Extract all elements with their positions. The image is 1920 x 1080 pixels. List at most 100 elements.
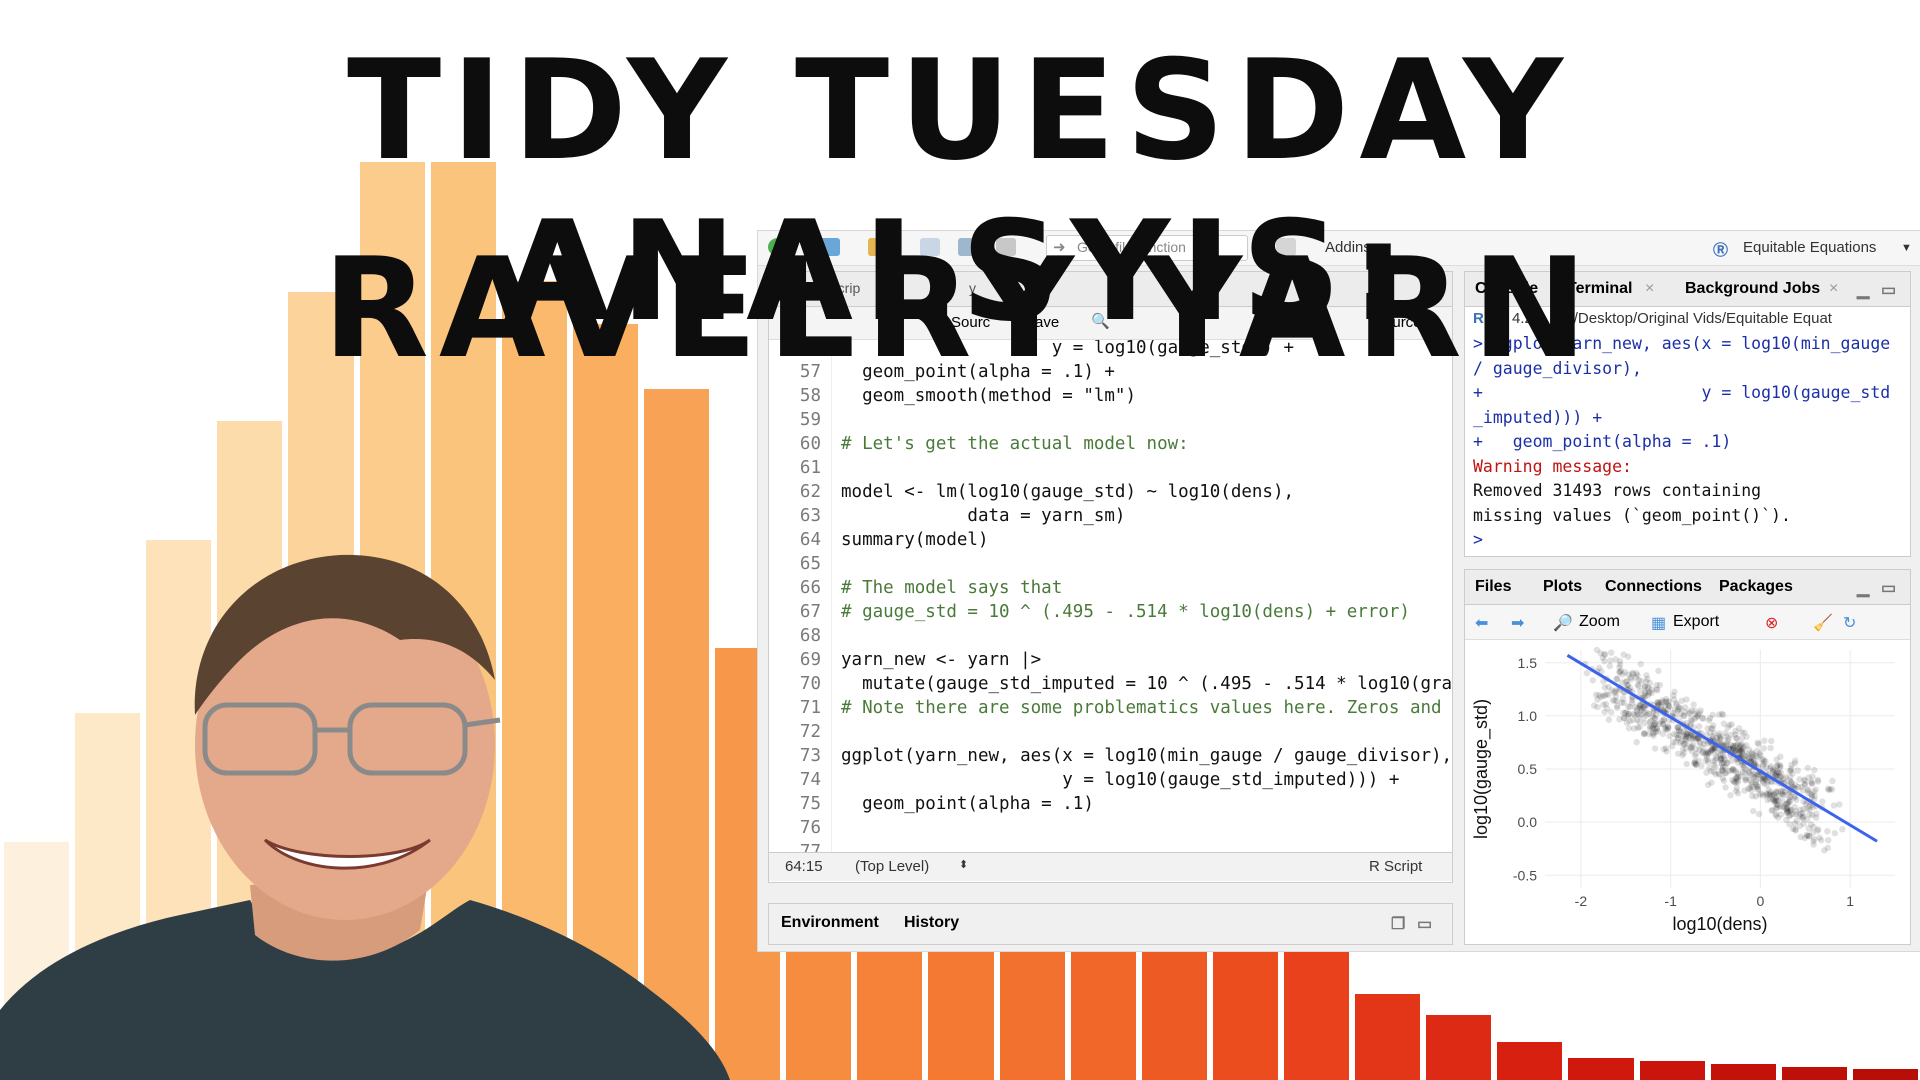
scatter-point (1709, 744, 1716, 752)
line-number: 67 (799, 602, 821, 622)
file-type-selector[interactable]: R Script (1369, 858, 1422, 875)
line-number: 66 (799, 578, 821, 598)
scatter-point (1749, 750, 1756, 758)
code-line: 67 # gauge_std = 10 ^ (.495 - .514 * log1… (769, 600, 1452, 624)
scatter-point (1800, 820, 1807, 827)
code-area[interactable]: 56 y = log10(gauge_std)) +57 geom_point(… (769, 340, 1452, 852)
decor-bar (1426, 1015, 1492, 1080)
decor-bar (1284, 950, 1350, 1080)
refresh-icon[interactable]: ↻ (1843, 613, 1856, 633)
scatter-point (1694, 712, 1701, 720)
plots-toolbar: ⬅ ➡ 🔎 Zoom ▦ Export ⊗ 🧹 ↻ (1465, 605, 1910, 640)
scatter-point (1786, 777, 1793, 784)
scatter-point (1711, 730, 1718, 737)
code-text: # gauge_std = 10 ^ (.495 - .514 * log10(… (841, 602, 1410, 622)
scatter-point (1643, 672, 1650, 679)
scatter-point (1655, 667, 1662, 675)
code-line: 65 (769, 552, 1452, 576)
tab-packages[interactable]: Packages (1719, 578, 1793, 596)
scatter-point (1619, 671, 1626, 678)
y-tick-label: 0.5 (1518, 761, 1538, 777)
line-number: 77 (799, 842, 821, 852)
scatter-point (1662, 695, 1670, 703)
code-text: ggplot(yarn_new, aes(x = log10(min_gauge… (841, 746, 1452, 766)
scatter-point (1632, 674, 1640, 681)
scatter-point (1768, 737, 1775, 745)
export-menu[interactable]: Export (1673, 613, 1719, 631)
tab-connections[interactable]: Connections (1605, 578, 1702, 596)
restore-pane-icon[interactable]: ❐ (1391, 914, 1405, 934)
line-number: 70 (799, 674, 821, 694)
scatter-point (1712, 763, 1719, 771)
scatter-point (1589, 677, 1597, 684)
code-line: 73 ggplot(yarn_new, aes(x = log10(min_gau… (769, 744, 1452, 768)
scatter-point (1612, 692, 1620, 700)
y-tick-label: -0.5 (1513, 867, 1537, 883)
scatter-point (1633, 739, 1640, 746)
forward-arrow-icon[interactable]: ➡ (1511, 613, 1524, 633)
scatter-point (1608, 709, 1615, 716)
maximize-pane-icon[interactable]: ▭ (1417, 914, 1432, 934)
scatter-point (1824, 785, 1832, 792)
tab-plots[interactable]: Plots (1543, 578, 1582, 596)
scatter-point (1715, 770, 1722, 777)
line-number: 60 (799, 434, 821, 454)
scatter-point (1616, 661, 1624, 668)
decor-bar (786, 939, 852, 1080)
scatter-point (1651, 745, 1659, 752)
y-tick-label: 1.5 (1518, 655, 1538, 671)
zoom-button[interactable]: Zoom (1579, 613, 1620, 631)
scatter-point (1663, 726, 1671, 734)
line-number: 63 (799, 506, 821, 526)
scatter-point (1649, 730, 1656, 737)
editor-status-bar: 64:15 (Top Level) ⬍ R Script (769, 852, 1452, 881)
scatter-point (1722, 784, 1729, 791)
minimize-pane-icon[interactable]: ▁ (1857, 578, 1869, 598)
decor-bar (1639, 1060, 1705, 1080)
code-line: 68 (769, 624, 1452, 648)
tab-files[interactable]: Files (1475, 578, 1511, 596)
y-tick-label: 0.0 (1518, 814, 1538, 830)
scatter-point (1643, 711, 1651, 719)
code-text: data = yarn_sm) (841, 506, 1126, 526)
scatter-point (1814, 826, 1822, 833)
scatter-point (1652, 712, 1660, 719)
console-line: _imputed))) + (1473, 407, 1603, 427)
scatter-point (1692, 757, 1699, 765)
x-tick-label: -2 (1575, 893, 1588, 909)
code-line: 69 yarn_new <- yarn |> (769, 648, 1452, 672)
scatter-point (1773, 756, 1780, 763)
scatter-point (1804, 764, 1812, 772)
scope-selector[interactable]: (Top Level) (855, 858, 929, 875)
scatter-point (1794, 767, 1801, 774)
scatter-point (1601, 684, 1609, 691)
scatter-point (1793, 796, 1800, 804)
plots-pane: Files Plots Connections Packages ▁ ▭ ⬅ ➡… (1464, 569, 1911, 945)
scatter-point (1715, 711, 1723, 718)
scatter-point (1754, 739, 1761, 746)
scatter-point (1742, 774, 1750, 782)
back-arrow-icon[interactable]: ⬅ (1475, 613, 1488, 633)
scatter-point (1757, 752, 1764, 759)
broom-icon[interactable]: 🧹 (1813, 613, 1833, 633)
line-number: 73 (799, 746, 821, 766)
zoom-icon: 🔎 (1553, 615, 1573, 632)
tab-history[interactable]: History (904, 914, 959, 932)
remove-plot-icon[interactable]: ⊗ (1765, 613, 1778, 633)
scatter-point (1825, 837, 1832, 844)
line-number: 62 (799, 482, 821, 502)
console-line: > (1473, 530, 1493, 549)
scatter-point (1668, 743, 1676, 750)
tab-environment[interactable]: Environment (781, 914, 879, 932)
maximize-pane-icon[interactable]: ▭ (1881, 578, 1896, 598)
line-number: 64 (799, 530, 821, 550)
code-text: mutate(gauge_std_imputed = 10 ^ (.495 - … (841, 674, 1452, 694)
scatter-point (1839, 826, 1846, 833)
scatter-point (1698, 762, 1705, 769)
decor-bar (1781, 1067, 1847, 1080)
scatter-point (1811, 835, 1818, 843)
scatter-point (1836, 801, 1843, 808)
chevron-updown-icon: ⬍ (959, 859, 969, 871)
scatter-point (1622, 678, 1629, 685)
scatter-point (1719, 775, 1726, 782)
